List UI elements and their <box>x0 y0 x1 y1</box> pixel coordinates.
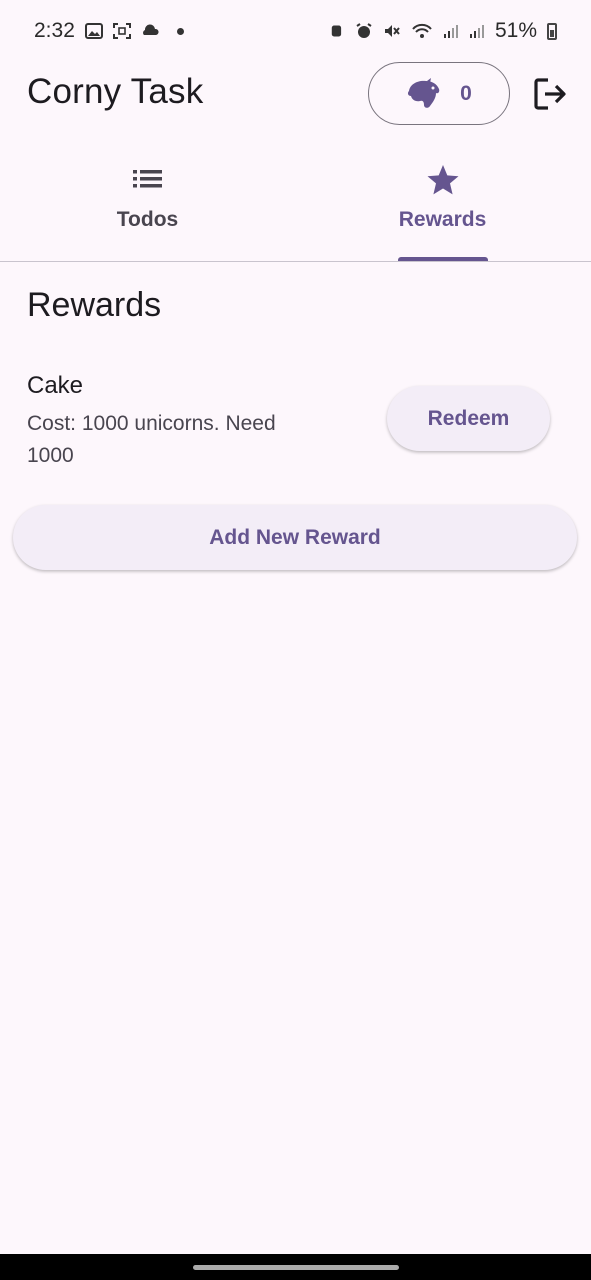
list-icon <box>132 170 162 188</box>
unicorn-count: 0 <box>460 81 472 105</box>
status-bar: 2:32 51% <box>0 0 591 62</box>
screenshot-icon <box>112 23 131 39</box>
tab-todos[interactable]: Todos <box>0 152 295 260</box>
reward-description: Cost: 1000 unicorns. Need 1000 <box>27 412 276 467</box>
system-nav-bar <box>0 1254 591 1280</box>
reward-name: Cake <box>27 372 84 399</box>
notification-dot <box>176 27 184 35</box>
redeem-button[interactable]: Redeem <box>387 386 550 451</box>
app-title: Corny Task <box>27 72 204 111</box>
cloud-icon <box>142 24 159 35</box>
signal-roaming-icon <box>469 25 484 38</box>
logout-icon <box>534 78 566 110</box>
unicorn-balance-chip[interactable]: 0 <box>368 62 510 125</box>
tab-todos-label: Todos <box>116 208 179 231</box>
battery-icon <box>547 22 557 40</box>
status-left: 2:32 <box>34 19 184 43</box>
list-item: Cake Cost: 1000 unicorns. Need 1000 Rede… <box>27 368 567 478</box>
bixby-icon <box>331 25 342 37</box>
star-icon <box>427 165 458 195</box>
battery-percent: 51% <box>494 19 537 42</box>
unicorn-icon <box>408 77 440 108</box>
tab-rewards[interactable]: Rewards <box>295 152 590 261</box>
tab-rewards-label: Rewards <box>398 208 487 231</box>
add-new-reward-button[interactable]: Add New Reward <box>13 505 577 570</box>
page-title: Rewards <box>27 286 162 324</box>
active-tab-indicator <box>398 257 488 261</box>
wifi-icon <box>412 23 432 38</box>
gallery-icon <box>84 23 103 39</box>
status-right: 51% <box>331 19 557 43</box>
tab-bar: Todos Rewards <box>0 152 591 262</box>
alarm-icon <box>356 23 372 38</box>
home-gesture-handle[interactable] <box>193 1265 399 1270</box>
status-time: 2:32 <box>34 19 75 42</box>
mute-icon <box>384 25 400 37</box>
app-bar: Corny Task 0 <box>0 62 591 126</box>
logout-button[interactable] <box>532 76 568 112</box>
signal-icon <box>443 25 458 38</box>
